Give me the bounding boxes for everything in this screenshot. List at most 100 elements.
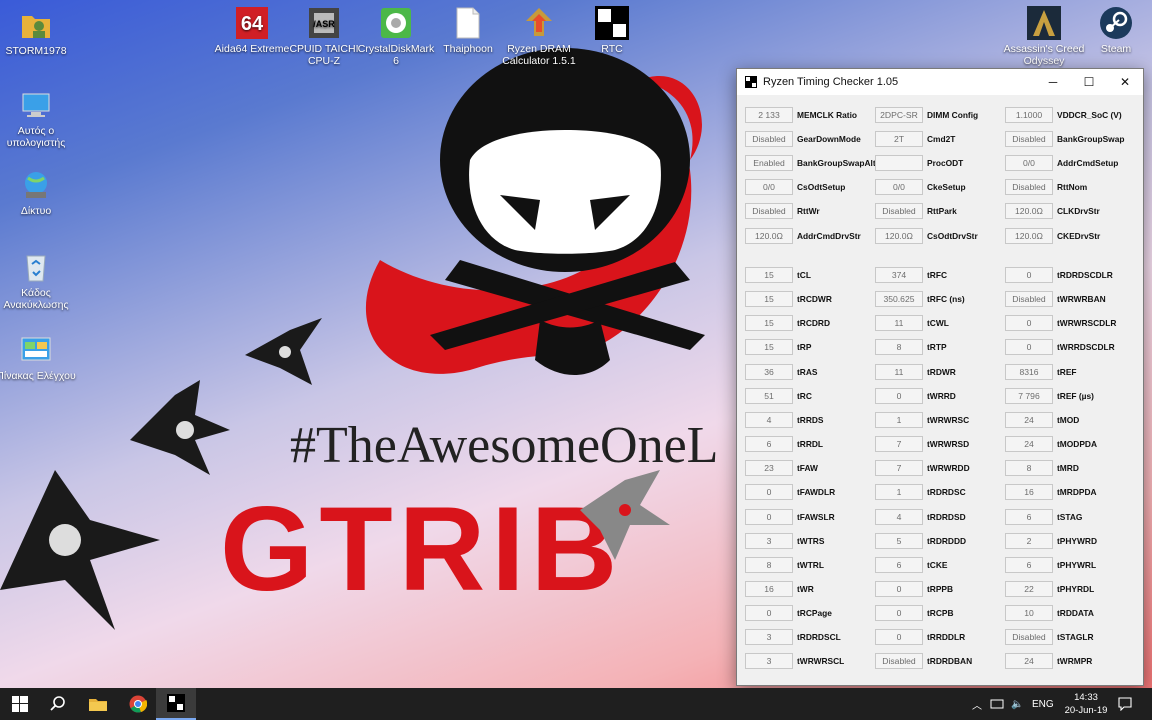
value-field-csodtsetup[interactable]: 0/0 xyxy=(745,179,793,196)
value-field-csodtdrvstr[interactable]: 120.0Ω xyxy=(875,227,923,244)
value-field-twtrl[interactable]: 8 xyxy=(745,556,793,573)
value-field-twrwrscl[interactable]: 3 xyxy=(745,653,793,670)
label-dimm-config: DIMM Config xyxy=(927,110,979,120)
value-field-tmrd[interactable]: 8 xyxy=(1005,460,1053,477)
chrome-icon xyxy=(129,695,147,713)
value-field-twrwrdd[interactable]: 7 xyxy=(875,460,923,477)
value-field-trp[interactable]: 15 xyxy=(745,339,793,356)
label-trrddlr: tRRDDLR xyxy=(927,632,966,643)
tray-network-icon[interactable] xyxy=(990,688,1004,720)
value-field-rttwr[interactable]: Disabled xyxy=(745,203,793,220)
search-button[interactable] xyxy=(38,688,78,720)
value-field-trppb[interactable]: 0 xyxy=(875,580,923,597)
value-field-trddata[interactable]: 10 xyxy=(1005,605,1053,622)
value-field-trfc[interactable]: 374 xyxy=(875,267,923,283)
chrome-button[interactable] xyxy=(118,688,158,720)
value-field-tfaw[interactable]: 23 xyxy=(745,460,793,477)
value-field-trcpb[interactable]: 0 xyxy=(875,605,923,622)
value-field-trdrdsc[interactable]: 1 xyxy=(875,484,923,501)
minimize-button[interactable]: ─ xyxy=(1035,69,1071,95)
label-trdrdscl: tRDRDSCL xyxy=(797,632,841,643)
window-titlebar[interactable]: Ryzen Timing Checker 1.05 ─ ☐ ✕ xyxy=(737,69,1143,95)
value-field-trtp[interactable]: 8 xyxy=(875,339,923,356)
value-field-tcke[interactable]: 6 xyxy=(875,556,923,573)
value-field-tfawslr[interactable]: 0 xyxy=(745,508,793,525)
value-field-trrdl[interactable]: 6 xyxy=(745,436,793,453)
file-explorer-button[interactable] xyxy=(78,688,118,720)
value-field-tstaglr[interactable]: Disabled xyxy=(1005,629,1053,646)
value-field-trrddlr[interactable]: 0 xyxy=(875,629,923,646)
value-field-vddcr-soc-v[interactable]: 1.1000 xyxy=(1005,107,1053,123)
desktop-icon-rtc[interactable]: RTC xyxy=(570,6,654,55)
value-field-twrrdscdlr[interactable]: 0 xyxy=(1005,339,1053,356)
value-field-trdrdscdlr[interactable]: 0 xyxy=(1005,267,1053,283)
value-field-trdwr[interactable]: 11 xyxy=(875,363,923,380)
value-field-clkdrvstr[interactable]: 120.0Ω xyxy=(1005,203,1053,220)
value-field-tras[interactable]: 36 xyxy=(745,363,793,380)
value-field-bankgroupswap[interactable]: Disabled xyxy=(1005,131,1053,148)
value-field-tcl[interactable]: 15 xyxy=(745,267,793,283)
tray-volume-icon[interactable]: 🔈 xyxy=(1011,688,1023,720)
value-field-trfc-ns[interactable]: 350.625 xyxy=(875,291,923,308)
value-field-twtrs[interactable]: 3 xyxy=(745,532,793,549)
clock[interactable]: 14:33 20-Jun-19 xyxy=(1058,691,1114,717)
value-field-tfawdlr[interactable]: 0 xyxy=(745,484,793,501)
value-field-trcdrd[interactable]: 15 xyxy=(745,315,793,332)
value-field-rttnom[interactable]: Disabled xyxy=(1005,179,1053,196)
value-field-ckedrvstr[interactable]: 120.0Ω xyxy=(1005,227,1053,244)
value-field-tmod[interactable]: 24 xyxy=(1005,411,1053,428)
value-field-trdrdban[interactable]: Disabled xyxy=(875,653,923,670)
value-field-tphywrl[interactable]: 6 xyxy=(1005,556,1053,573)
value-field-trc[interactable]: 51 xyxy=(745,387,793,404)
value-field-geardownmode[interactable]: Disabled xyxy=(745,131,793,148)
value-field-rttpark[interactable]: Disabled xyxy=(875,203,923,220)
value-field-trdrddd[interactable]: 5 xyxy=(875,532,923,549)
language-indicator[interactable]: ENG xyxy=(1032,688,1054,720)
value-field-tref[interactable]: 8316 xyxy=(1005,363,1053,380)
value-field-trdrdscl[interactable]: 3 xyxy=(745,629,793,646)
value-field-trrds[interactable]: 4 xyxy=(745,411,793,428)
value-field-addrcmdsetup[interactable]: 0/0 xyxy=(1005,155,1053,172)
value-field-tphywrd[interactable]: 2 xyxy=(1005,532,1053,549)
value-field-trcpage[interactable]: 0 xyxy=(745,605,793,622)
value-field-tstag[interactable]: 6 xyxy=(1005,508,1053,525)
cpuz-icon: /ASR xyxy=(307,6,341,40)
close-button[interactable]: ✕ xyxy=(1107,69,1143,95)
tray-chevron-icon[interactable]: ︿ xyxy=(972,688,982,720)
ryzen-timing-checker-window[interactable]: Ryzen Timing Checker 1.05 ─ ☐ ✕ 2 133 MEM… xyxy=(736,68,1144,686)
rtc-taskbar-button[interactable] xyxy=(156,688,196,720)
start-button[interactable] xyxy=(0,688,40,720)
label-twrrdscdlr: tWRRDSCDLR xyxy=(1057,342,1115,353)
value-field-procodt[interactable] xyxy=(875,155,923,172)
desktop-icon-user-folder[interactable]: STORM1978 xyxy=(0,8,78,57)
desktop-icon-control-panel[interactable]: Πίνακας Ελέγχου xyxy=(0,333,78,382)
value-field-cmd2t[interactable]: 2T xyxy=(875,131,923,148)
desktop-icon-recycle-bin[interactable]: Κάδος Ανακύκλωσης xyxy=(0,250,78,311)
maximize-button[interactable]: ☐ xyxy=(1071,69,1107,95)
value-field-trcdwr[interactable]: 15 xyxy=(745,291,793,308)
label-trdrdscdlr: tRDRDSCDLR xyxy=(1057,270,1113,280)
value-field-tphyrdl[interactable]: 22 xyxy=(1005,580,1053,597)
value-field-addrcmddrvstr[interactable]: 120.0Ω xyxy=(745,227,793,244)
value-field-tmodpda[interactable]: 24 xyxy=(1005,436,1053,453)
value-field-twrrd[interactable]: 0 xyxy=(875,387,923,404)
value-field-dimm-config[interactable]: 2DPC-SR xyxy=(875,107,923,123)
value-field-tcwl[interactable]: 11 xyxy=(875,315,923,332)
desktop-icon-this-pc[interactable]: Αυτός ο υπολογιστής xyxy=(0,88,78,149)
desktop-icon-network[interactable]: Δίκτυο xyxy=(0,168,78,217)
value-field-bankgroupswapalt[interactable]: Enabled xyxy=(745,155,793,172)
value-field-twrwrscdlr[interactable]: 0 xyxy=(1005,315,1053,332)
desktop-icon-ryzen-calculator[interactable]: Ryzen DRAM Calculator 1.5.1 xyxy=(497,6,581,67)
value-field-twrwrban[interactable]: Disabled xyxy=(1005,291,1053,308)
value-field-twrwrsd[interactable]: 7 xyxy=(875,436,923,453)
value-field-memclk-ratio[interactable]: 2 133 xyxy=(745,107,793,123)
value-field-tmrdpda[interactable]: 16 xyxy=(1005,484,1053,501)
value-field-ckesetup[interactable]: 0/0 xyxy=(875,179,923,196)
desktop-icon-steam[interactable]: Steam xyxy=(1074,6,1152,55)
notifications-icon[interactable] xyxy=(1118,688,1132,720)
value-field-twrwrsc[interactable]: 1 xyxy=(875,411,923,428)
value-field-tref-s[interactable]: 7 796 xyxy=(1005,387,1053,404)
value-field-twrmpr[interactable]: 24 xyxy=(1005,653,1053,670)
value-field-trdrdsd[interactable]: 4 xyxy=(875,508,923,525)
value-field-twr[interactable]: 16 xyxy=(745,580,793,597)
